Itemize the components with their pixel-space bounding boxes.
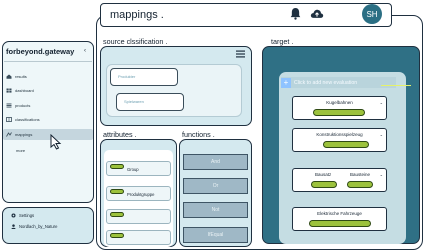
menu-icon[interactable] bbox=[236, 50, 245, 58]
target-card-title: Kugelbahnen bbox=[326, 100, 353, 105]
attribute-label: Produktgruppe bbox=[127, 192, 155, 197]
target-value-tag bbox=[313, 109, 365, 116]
highlight-line bbox=[381, 85, 411, 87]
bell-icon[interactable] bbox=[290, 7, 301, 20]
mouse-cursor-icon bbox=[50, 134, 62, 150]
attribute-card[interactable] bbox=[106, 230, 171, 245]
target-card[interactable]: Bausatz Bausteine ⌄ bbox=[292, 168, 387, 192]
attribute-card[interactable]: Produktgruppe bbox=[106, 186, 171, 201]
cloud-upload-icon[interactable] bbox=[310, 8, 324, 19]
source-field-2[interactable]: Spielwaren bbox=[116, 93, 184, 111]
chevron-down-icon[interactable]: ⌄ bbox=[380, 132, 383, 137]
home-icon bbox=[6, 74, 12, 79]
chevron-down-icon[interactable]: ⌄ bbox=[380, 172, 383, 177]
attribute-tag bbox=[110, 189, 124, 194]
gear-icon bbox=[11, 213, 16, 218]
mapping-icon bbox=[6, 132, 12, 137]
user-profile-link[interactable]: Nordlach_by_Nature bbox=[11, 224, 57, 229]
sidebar-item-dashboard[interactable]: dashboard bbox=[6, 88, 34, 93]
target-value-tag bbox=[347, 181, 373, 188]
attribute-card[interactable] bbox=[106, 209, 171, 224]
function-ifequal-button[interactable]: IfEqual bbox=[183, 227, 248, 243]
sidebar-item-label: more bbox=[16, 148, 26, 153]
sidebar-item-classifications[interactable]: classifications bbox=[6, 117, 40, 122]
sidebar-item-label: products bbox=[15, 103, 31, 108]
target-heading: target . bbox=[271, 37, 294, 46]
brand-logo: forbeyond.gateway bbox=[6, 47, 75, 56]
source-heading: source clssification . bbox=[103, 37, 168, 46]
attribute-card[interactable]: Group bbox=[106, 161, 171, 176]
sidebar bbox=[2, 41, 94, 203]
target-value-tag bbox=[323, 141, 369, 148]
source-field-1[interactable]: Produkter bbox=[110, 68, 178, 86]
target-card[interactable]: Konstruktionsspielzeug ⌄ bbox=[292, 128, 387, 152]
target-value-tag bbox=[309, 220, 371, 227]
page-title: mappings . bbox=[110, 9, 164, 21]
settings-label: Settings bbox=[19, 213, 35, 218]
sidebar-divider bbox=[4, 61, 92, 62]
collapse-sidebar-icon[interactable]: ‹ bbox=[84, 48, 86, 54]
sidebar-item-label: dashboard bbox=[15, 88, 34, 93]
function-not-button[interactable]: Not bbox=[183, 202, 248, 218]
attribute-label: Group bbox=[127, 167, 139, 172]
function-or-button[interactable]: Or bbox=[183, 178, 248, 194]
sidebar-item-more[interactable]: more bbox=[16, 148, 25, 153]
source-field-1-placeholder: Produkter bbox=[118, 74, 136, 79]
target-card[interactable]: Elektrische Fahrzeuge bbox=[292, 207, 387, 231]
avatar[interactable]: SH bbox=[362, 4, 382, 24]
dashboard-icon bbox=[6, 88, 12, 93]
attribute-tag bbox=[110, 233, 124, 238]
sidebar-item-label: mappings bbox=[15, 132, 33, 137]
settings-link[interactable]: Settings bbox=[11, 213, 34, 218]
user-icon bbox=[11, 224, 16, 229]
attribute-tag bbox=[110, 164, 124, 169]
grid-icon bbox=[6, 117, 12, 122]
user-name: Nordlach_by_Nature bbox=[19, 224, 58, 229]
functions-heading: functions . bbox=[182, 130, 215, 139]
list-icon bbox=[6, 103, 12, 108]
sidebar-item-label: results bbox=[15, 74, 27, 79]
add-evaluation-label: Click to add new evaluation bbox=[294, 79, 358, 86]
attributes-heading: attributes . bbox=[103, 130, 137, 139]
attribute-tag bbox=[110, 212, 124, 217]
target-card-title: Konstruktionsspielzeug bbox=[316, 132, 363, 137]
function-and-button[interactable]: And bbox=[183, 154, 248, 170]
plus-icon: + bbox=[281, 77, 291, 88]
sidebar-item-mappings[interactable]: mappings bbox=[3, 129, 93, 140]
sidebar-item-products[interactable]: products bbox=[6, 103, 30, 108]
add-evaluation-button[interactable]: + Click to add new evaluation bbox=[281, 77, 396, 88]
chevron-down-icon[interactable]: ⌄ bbox=[380, 100, 383, 105]
target-card[interactable]: Kugelbahnen ⌄ bbox=[292, 96, 387, 120]
source-field-2-placeholder: Spielwaren bbox=[124, 99, 144, 104]
target-card-title-left: Bausatz bbox=[315, 172, 332, 177]
target-value-tag bbox=[311, 181, 337, 188]
target-card-title: Elektrische Fahrzeuge bbox=[317, 211, 362, 216]
sidebar-item-label: classifications bbox=[15, 117, 40, 122]
target-card-title-right: Bausteine bbox=[350, 172, 371, 177]
sidebar-item-results[interactable]: results bbox=[6, 74, 27, 79]
